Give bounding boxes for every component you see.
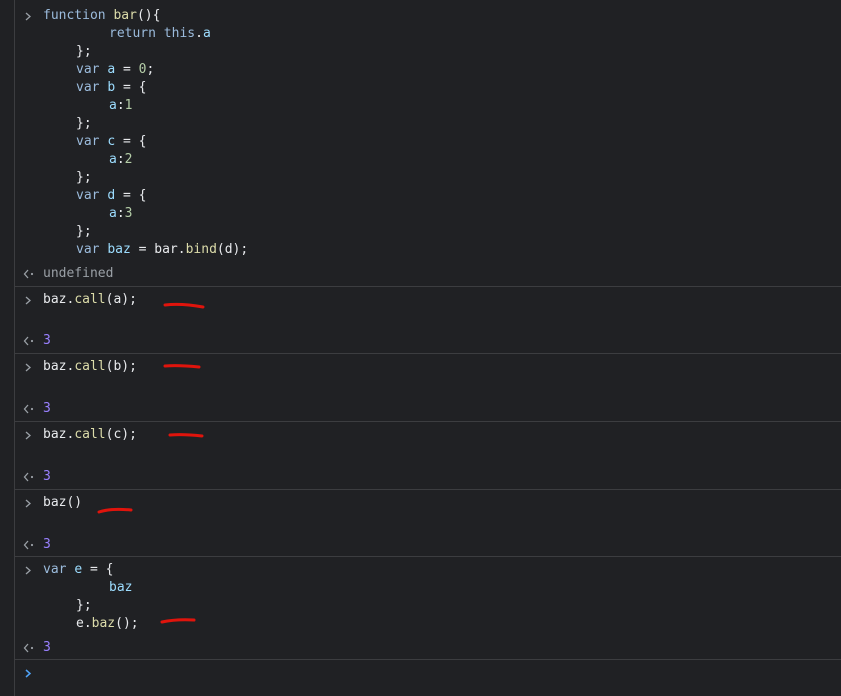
input-prompt-icon [24,7,36,25]
result-value: 3 [43,401,51,416]
code-line: a:3 [109,206,133,221]
result-arrow-icon [23,536,37,554]
input-prompt-icon [24,426,36,444]
red-underline-annotation [163,302,205,309]
code-line: }; [76,598,92,613]
function-name: bar [113,8,137,23]
code-line: var baz = bar.bind(d); [76,242,249,257]
keyword: function [43,8,106,23]
active-prompt-icon [24,664,36,682]
code-line: a:2 [109,152,133,167]
red-underline-annotation [97,507,133,514]
code-line: baz.call(b); [43,359,137,374]
input-prompt-icon [24,561,36,579]
result-value: 3 [43,469,51,484]
code-line: var e = { [43,562,114,577]
result-value: 3 [43,640,51,655]
result-value: 3 [43,537,51,552]
result-arrow-icon [23,400,37,418]
code-line: baz() [43,495,83,510]
input-prompt-icon [24,291,36,309]
devtools-console: function bar(){ return this.a }; var a =… [0,0,841,696]
code-line: e.baz(); [76,616,139,631]
code-line: var c = { [76,134,147,149]
console-entry: baz.call(a); 3 [15,287,841,354]
code-line: }; [76,44,92,59]
code-line: baz.call(a); [43,292,137,307]
result-arrow-icon [23,332,37,350]
console-entry: baz.call(b); 3 [15,354,841,422]
red-underline-annotation [163,364,201,369]
code-line: }; [76,170,92,185]
console-entry: function bar(){ return this.a }; var a =… [15,0,841,287]
code-line: baz.call(c); [43,427,137,442]
red-underline-annotation [160,618,196,624]
result-arrow-icon [23,639,37,657]
console-input[interactable] [43,664,823,682]
console-entry: var e = { baz }; e.baz(); 3 [15,557,841,660]
code-line: var b = { [76,80,147,95]
code-line: }; [76,224,92,239]
code-line: var a = 0; [76,62,155,77]
code-line: }; [76,116,92,131]
result-arrow-icon [23,468,37,486]
code-line: function bar(){ [43,8,161,23]
console-entry: baz.call(c); 3 [15,422,841,490]
red-underline-annotation [168,433,204,438]
result-value: undefined [43,266,114,281]
console-input-area[interactable] [15,660,841,696]
input-prompt-icon [24,358,36,376]
console-entry: baz() 3 [15,490,841,557]
code-line: baz [109,580,133,595]
input-prompt-icon [24,494,36,512]
code-line: return this.a [109,26,211,41]
result-arrow-icon [23,265,37,283]
result-value: 3 [43,333,51,348]
code-line: a:1 [109,98,133,113]
code-line: var d = { [76,188,147,203]
